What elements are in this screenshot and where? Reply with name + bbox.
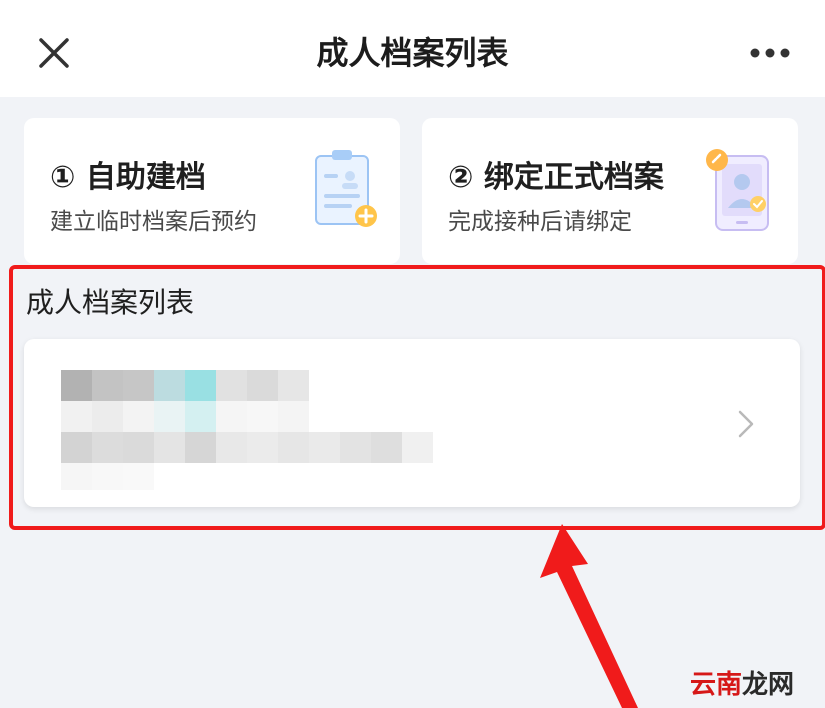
bind-official-archive-card[interactable]: ② 绑定正式档案 完成接种后请绑定 — [422, 118, 798, 264]
page-title: 成人档案列表 — [316, 34, 509, 72]
card-title: ② 绑定正式档案 — [448, 160, 664, 195]
phone-profile-link-icon — [706, 149, 769, 231]
annotation-arrow — [540, 524, 638, 708]
watermark-part1: 云南 — [690, 670, 743, 700]
archive-record-card[interactable] — [24, 339, 800, 507]
watermark: 云南龙网 — [690, 664, 794, 701]
clipboard-add-icon — [315, 150, 377, 227]
self-service-archive-card[interactable]: ① 自助建档 建立临时档案后预约 — [24, 118, 400, 264]
watermark-part2: 龙网 — [742, 670, 795, 700]
more-icon[interactable] — [748, 40, 792, 66]
top-nav-bar: 成人档案列表 — [0, 0, 825, 97]
chevron-right-icon — [738, 410, 754, 438]
section-title: 成人档案列表 — [26, 286, 195, 319]
card-subtitle: 建立临时档案后预约 — [50, 209, 257, 235]
card-title: ① 自助建档 — [50, 160, 206, 195]
blurred-record-info — [61, 370, 433, 490]
card-subtitle: 完成接种后请绑定 — [448, 209, 632, 235]
